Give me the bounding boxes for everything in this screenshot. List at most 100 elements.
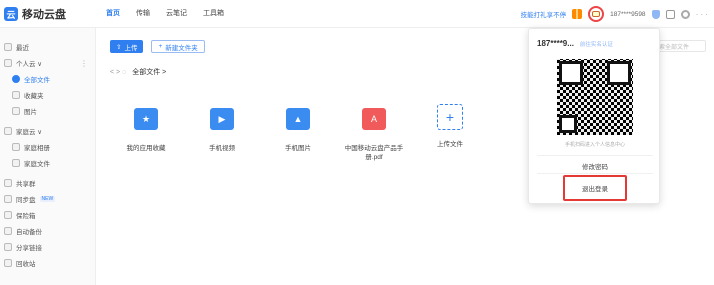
new-badge: NEW	[39, 196, 56, 202]
qr-corner	[559, 115, 577, 133]
upload-file-item[interactable]: + 上传文件	[414, 104, 486, 149]
link-icon	[4, 243, 12, 251]
sidebar-item-images[interactable]: 图片	[0, 104, 96, 118]
sidebar-item-label: 分享链接	[16, 245, 42, 252]
folder-icon	[12, 91, 20, 99]
sidebar-item-recent[interactable]: 最近	[0, 40, 96, 54]
sidebar-item-label: 家庭云 ∨	[16, 129, 43, 136]
sidebar-item-auto-backup[interactable]: 自动备份	[0, 224, 96, 238]
backup-icon	[4, 227, 12, 235]
app-logo[interactable]: 云 移动云盘	[4, 6, 66, 22]
nav-toolbox[interactable]: 工具箱	[203, 8, 224, 18]
album-icon	[12, 143, 20, 151]
nav-notes[interactable]: 云笔记	[166, 8, 187, 18]
logout-button[interactable]: 退出登录	[563, 175, 627, 201]
group-icon	[4, 179, 12, 187]
logout-label: 退出登录	[582, 186, 608, 193]
change-password-item[interactable]: 修改密码	[529, 161, 661, 171]
sidebar-item-label: 个人云 ∨	[16, 61, 43, 68]
top-bar: 云 移动云盘 首页 传输 云笔记 工具箱 技能打礼享不停 187****9598…	[0, 0, 714, 28]
user-popup: 187****9... 前往实名认证 手机扫码进入个人信息中心 修改密码 退出登…	[528, 28, 660, 204]
shield-icon[interactable]	[651, 9, 660, 19]
breadcrumb-path[interactable]: 全部文件 >	[132, 67, 166, 77]
sidebar-item-label: 家庭文件	[24, 161, 50, 168]
file-name: 我的应用收藏	[126, 145, 166, 152]
file-item[interactable]: A 中国移动云盘产品手册.pdf	[338, 108, 410, 162]
sidebar-item-sync-drive[interactable]: 同步盘 NEW	[0, 192, 96, 206]
pdf-icon: A	[362, 108, 386, 130]
divider	[537, 173, 653, 174]
sidebar-item-label: 保险箱	[16, 213, 36, 220]
star-folder-icon: ★	[134, 108, 158, 130]
more-icon[interactable]: ⋮	[80, 59, 88, 68]
sidebar-item-personal-cloud[interactable]: 个人云 ∨ ⋮	[0, 56, 96, 70]
image-icon	[12, 107, 20, 115]
logo-icon: 云	[4, 7, 18, 21]
sync-icon	[4, 195, 12, 203]
gift-icon[interactable]	[572, 9, 583, 19]
popup-username: 187****9...	[537, 39, 574, 48]
sidebar-item-label: 收藏夹	[24, 93, 44, 100]
image-folder-icon: ▲	[286, 108, 310, 130]
sidebar-item-label: 共享群	[16, 181, 36, 188]
upload-button[interactable]: ⇧ 上传	[110, 40, 144, 53]
sidebar-item-share-group[interactable]: 共享群	[0, 176, 96, 190]
trash-icon	[4, 259, 12, 267]
breadcrumb: < > ◌ 全部文件 >	[110, 67, 166, 77]
sidebar-item-favorites[interactable]: 收藏夹	[0, 88, 96, 102]
sidebar-item-label: 全部文件	[24, 77, 50, 84]
plus-icon: +	[158, 43, 163, 50]
upload-label: 上传	[124, 44, 138, 52]
sidebar-item-all-files[interactable]: 全部文件	[0, 72, 96, 86]
qr-hint: 手机扫码进入个人信息中心	[564, 142, 625, 148]
sidebar-item-safe-box[interactable]: 保险箱	[0, 208, 96, 222]
qr-code	[557, 59, 633, 135]
avatar-face-icon	[592, 11, 601, 17]
sidebar-item-label: 家庭相册	[24, 145, 50, 152]
cloud-icon	[4, 59, 12, 67]
sidebar-item-label: 自动备份	[16, 229, 42, 236]
nav-arrows-icon[interactable]: < > ◌	[110, 69, 126, 76]
folder-icon	[12, 159, 20, 167]
sidebar-item-family-cloud[interactable]: 家庭云 ∨	[0, 124, 96, 138]
clock-icon	[4, 43, 12, 51]
add-icon: +	[437, 104, 463, 130]
sidebar-item-share-links[interactable]: 分享链接	[0, 240, 96, 254]
file-name: 手机视频	[209, 145, 235, 152]
new-folder-button[interactable]: + 新建文件夹	[151, 40, 205, 53]
message-icon[interactable]	[665, 9, 675, 19]
sidebar-item-family-album[interactable]: 家庭相册	[0, 140, 96, 154]
sidebar-item-label: 同步盘	[16, 197, 36, 204]
upload-icon: ⇧	[116, 43, 122, 51]
sidebar-item-label: 最近	[16, 45, 29, 52]
file-name: 手机图片	[285, 145, 311, 152]
verify-link[interactable]: 前往实名认证	[580, 40, 613, 48]
sidebar-item-recycle-bin[interactable]: 回收站	[0, 256, 96, 270]
gear-icon[interactable]	[680, 9, 690, 19]
file-item[interactable]: ▲ 手机图片	[262, 108, 334, 153]
main-nav: 首页 传输 云笔记 工具箱	[106, 8, 224, 18]
promo-link[interactable]: 技能打礼享不停	[521, 9, 567, 19]
all-files-icon	[12, 75, 20, 83]
sidebar-item-label: 图片	[24, 109, 37, 116]
file-item[interactable]: ▶ 手机视频	[186, 108, 258, 153]
new-folder-label: 新建文件夹	[165, 44, 198, 52]
popup-header: 187****9... 前往实名认证	[537, 39, 613, 48]
divider	[537, 155, 653, 156]
file-name: 上传文件	[437, 141, 463, 148]
nav-home[interactable]: 首页	[106, 8, 120, 18]
nav-transfer[interactable]: 传输	[136, 8, 150, 18]
file-name: 中国移动云盘产品手册.pdf	[344, 145, 404, 161]
toolbar: ⇧ 上传 + 新建文件夹	[110, 40, 205, 53]
video-folder-icon: ▶	[210, 108, 234, 130]
safe-icon	[4, 211, 12, 219]
top-right-area: 技能打礼享不停 187****9598 · · ·	[521, 6, 708, 22]
file-item[interactable]: ★ 我的应用收藏	[110, 108, 182, 153]
more-icon[interactable]: · · ·	[696, 10, 708, 19]
avatar[interactable]	[588, 6, 605, 22]
user-phone[interactable]: 187****9598	[610, 11, 645, 18]
logo-text: 移动云盘	[22, 9, 66, 21]
sidebar-item-family-files[interactable]: 家庭文件	[0, 156, 96, 170]
sidebar-item-label: 回收站	[16, 261, 36, 268]
sidebar: 最近 个人云 ∨ ⋮ 全部文件 收藏夹 图片 家庭云 ∨ 家庭相册 家庭文件 共享…	[0, 28, 96, 285]
